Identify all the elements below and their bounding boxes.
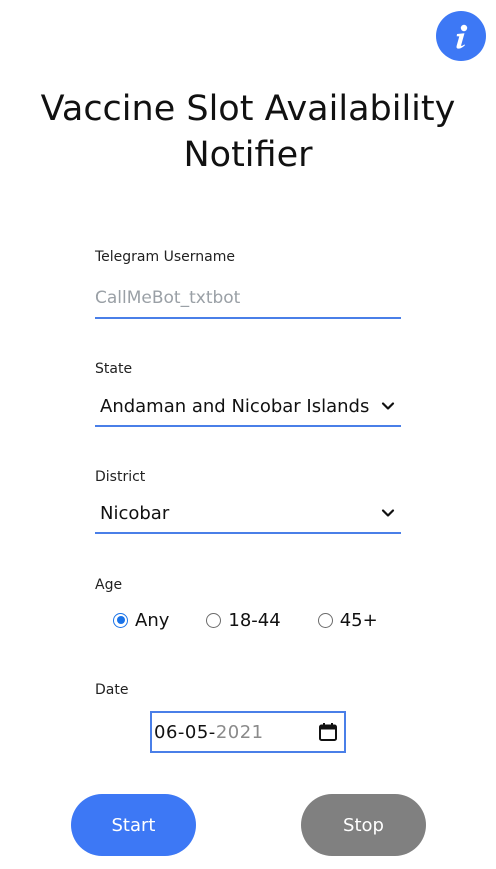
date-input[interactable]: 06-05-2021 [150,711,346,753]
page-title: Vaccine Slot Availability Notifier [40,89,456,175]
age-option-label: Any [135,609,170,631]
app-page: Vaccine Slot Availability Notifier Teleg… [0,0,496,869]
info-button[interactable] [436,11,486,61]
date-value: 06-05-2021 [154,722,264,743]
radio-button[interactable] [113,612,128,628]
state-selected-value: Andaman and Nicobar Islands [100,395,370,417]
state-label: State [95,361,133,377]
district-selected-value: Nicobar [100,502,170,524]
district-underline [95,532,401,534]
info-icon [456,24,468,49]
age-label: Age [95,577,123,593]
date-year: 2021 [215,721,264,743]
radio-button[interactable] [206,612,222,628]
telegram-username-underline [95,317,401,319]
district-label: District [95,469,146,485]
age-option-18-44[interactable]: 18-44 [206,609,281,631]
start-button[interactable]: Start [71,794,196,856]
stop-button[interactable]: Stop [301,794,426,856]
age-option-label: 45+ [339,609,378,631]
state-underline [95,425,401,427]
radio-button[interactable] [317,612,333,628]
calendar-icon[interactable] [318,722,338,742]
age-option-label: 18-44 [228,609,281,631]
telegram-username-label: Telegram Username [95,249,235,265]
state-select[interactable]: Andaman and Nicobar Islands [95,388,401,424]
age-radio-group: Any 18-44 45+ [113,607,378,633]
date-label: Date [95,682,129,698]
telegram-username-input[interactable] [95,284,401,318]
district-select[interactable]: Nicobar [95,495,401,531]
chevron-down-icon [381,509,395,517]
age-option-45-plus[interactable]: 45+ [317,609,378,631]
chevron-down-icon [381,402,395,410]
age-option-any[interactable]: Any [113,610,169,631]
date-day-month: 06-05- [154,721,216,743]
